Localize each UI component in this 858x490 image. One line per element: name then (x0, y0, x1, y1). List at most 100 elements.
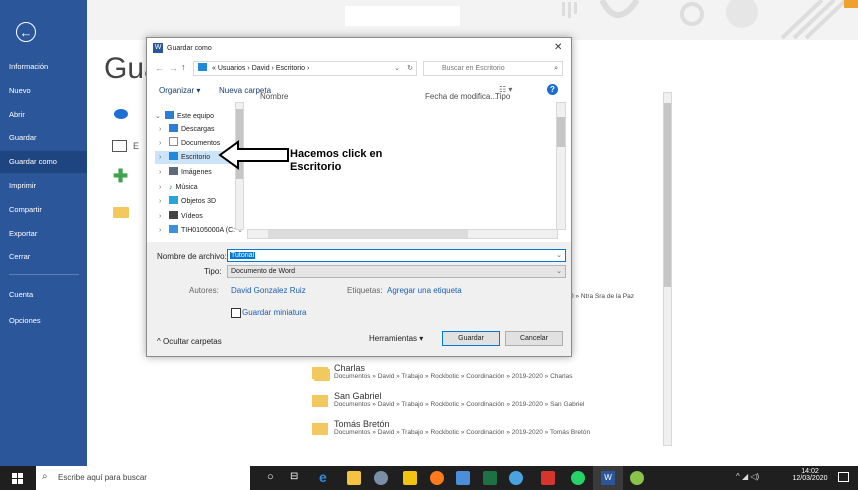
up-nav-icon[interactable]: ↑ (181, 62, 186, 72)
chrome-icon[interactable] (509, 471, 523, 485)
column-tipo[interactable]: Tipo (495, 92, 510, 101)
address-bar[interactable]: « Usuarios › David › Escritorio › ⌄ ↻ (193, 61, 417, 76)
close-icon[interactable]: ✕ (554, 42, 562, 53)
this-pc-icon[interactable] (112, 140, 127, 152)
nav-item-objetos-3d[interactable]: › Objetos 3D (159, 195, 216, 208)
document-icon (169, 137, 178, 146)
filename-input[interactable]: Tutorial ⌄ (227, 249, 566, 262)
back-arrow-icon[interactable]: ← (16, 22, 36, 42)
annotation-line-1: Hacemos click en (290, 148, 383, 160)
sidebar-item-guardar[interactable]: Guardar (0, 127, 87, 149)
firefox-icon[interactable] (430, 471, 444, 485)
type-select[interactable]: Documento de Word ⌄ (227, 265, 566, 278)
sidebar-item-opciones[interactable]: Opciones (0, 310, 87, 332)
sidebar-item-guardar-como[interactable]: Guardar como (0, 151, 87, 173)
sidebar-item-cuenta[interactable]: Cuenta (0, 284, 87, 306)
files-scrollbar[interactable] (556, 102, 566, 230)
search-input[interactable]: Buscar en Escritorio ⌕ (423, 61, 563, 76)
task-view-icon[interactable]: ⊟ (290, 471, 304, 485)
chevron-down-icon[interactable]: ⌄ (556, 250, 562, 261)
recent-folder-san-gabriel[interactable]: San Gabriel Documentos » David » Trabajo… (334, 391, 584, 408)
folder-name: Tomás Bretón (334, 419, 390, 429)
column-nombre[interactable]: Nombre (260, 92, 288, 101)
add-place-icon[interactable]: ✚ (113, 167, 128, 185)
breadcrumb-separator: › (306, 65, 310, 72)
chevron-down-icon[interactable]: ⌄ (394, 62, 400, 75)
cortana-icon[interactable]: ○ (267, 471, 281, 485)
help-icon[interactable]: ? (547, 84, 558, 95)
recent-partial-path: 0 » Ntra Sra de la Paz (570, 293, 634, 300)
type-label: Tipo: (204, 267, 222, 276)
clock[interactable]: 14:02 12/03/2020 (790, 468, 830, 482)
folder-path: Documentos » David » Trabajo » Rockbotic… (334, 373, 573, 380)
taskbar-search-input[interactable]: ⌕ Escribe aquí para buscar (36, 466, 250, 490)
nav-item-imagenes[interactable]: › Imágenes (159, 166, 212, 179)
store-icon[interactable] (347, 471, 361, 485)
search-icon: ⌕ (554, 65, 558, 72)
thumbnail-label: Guardar miniatura (242, 308, 307, 317)
file-explorer-icon[interactable] (456, 471, 470, 485)
scrollbar-thumb[interactable] (268, 230, 468, 238)
sidebar-item-abrir[interactable]: Abrir (0, 104, 87, 126)
banner-box (345, 6, 460, 26)
nav-item-musica[interactable]: › ♪ Música (159, 181, 198, 194)
sticky-notes-icon[interactable] (403, 471, 417, 485)
folder-icon (312, 395, 328, 407)
tools-button[interactable]: Herramientas ▾ (369, 334, 423, 343)
folder-path: Documentos » David » Trabajo » Rockbotic… (334, 401, 585, 408)
breadcrumb-overflow[interactable]: « (212, 65, 216, 72)
breadcrumb-david[interactable]: David (252, 65, 270, 72)
authors-value[interactable]: David Gonzalez Ruiz (231, 286, 306, 295)
app-icon[interactable] (374, 471, 388, 485)
sidebar-item-cerrar[interactable]: Cerrar (0, 246, 87, 268)
folder-icon (312, 423, 328, 435)
thumbnail-checkbox[interactable] (231, 308, 241, 318)
app-icon[interactable] (630, 471, 644, 485)
scrollbar-thumb[interactable] (557, 117, 565, 147)
word-icon: W (601, 471, 615, 485)
cancel-button[interactable]: Cancelar (505, 331, 563, 346)
sidebar-item-nuevo[interactable]: Nuevo (0, 80, 87, 102)
sidebar-item-compartir[interactable]: Compartir (0, 199, 87, 221)
recent-folder-charlas[interactable]: Charlas Documentos » David » Trabajo » R… (334, 363, 572, 380)
browse-folder-icon[interactable] (113, 207, 129, 218)
nav-item-videos[interactable]: › Vídeos (159, 210, 203, 223)
sidebar-item-informacion[interactable]: Información (0, 56, 87, 78)
breadcrumb-usuarios[interactable]: Usuarios (218, 65, 246, 72)
clock-time: 14:02 (801, 468, 819, 475)
filename-label: Nombre de archivo: (157, 252, 227, 261)
sidebar-item-exportar[interactable]: Exportar (0, 223, 87, 245)
whatsapp-icon[interactable] (571, 471, 585, 485)
save-button[interactable]: Guardar (442, 331, 500, 346)
organize-button[interactable]: Organizar ▾ (159, 86, 200, 95)
nav-item-documentos[interactable]: › Documentos (159, 137, 220, 150)
dialog-title: Guardar como (167, 45, 212, 52)
files-hscrollbar[interactable] (247, 229, 558, 239)
word-taskbar-button[interactable]: W (593, 466, 623, 490)
back-nav-icon[interactable]: ← (155, 63, 164, 73)
chevron-down-icon[interactable]: ⌄ (556, 266, 562, 277)
folder-name: San Gabriel (334, 391, 382, 401)
excel-icon[interactable] (483, 471, 497, 485)
acrobat-icon[interactable] (541, 471, 555, 485)
tags-input[interactable]: Agregar una etiqueta (387, 286, 462, 295)
forward-nav-icon[interactable]: → (169, 63, 178, 73)
nav-item-descargas[interactable]: › Descargas (159, 123, 214, 136)
image-icon (169, 167, 178, 175)
refresh-icon[interactable]: ↻ (407, 62, 413, 75)
recent-scrollbar[interactable] (663, 92, 672, 446)
video-icon (169, 211, 178, 219)
nav-item-drive-c[interactable]: › TIH0105000A (C: ⌄ (159, 224, 243, 237)
recent-folder-tomas-breton[interactable]: Tomás Bretón Documentos » David » Trabaj… (334, 419, 590, 436)
edge-icon[interactable]: e (319, 470, 333, 485)
hide-folders-button[interactable]: ^ Ocultar carpetas (157, 337, 222, 346)
notification-icon[interactable] (838, 472, 849, 482)
start-windows-icon[interactable] (12, 473, 23, 484)
column-fecha[interactable]: Fecha de modifica... (425, 92, 497, 101)
scrollbar-thumb[interactable] (664, 103, 671, 287)
sidebar-item-imprimir[interactable]: Imprimir (0, 175, 87, 197)
breadcrumb-escritorio[interactable]: Escritorio (276, 65, 305, 72)
system-tray-icons[interactable]: ^ ◢ ◁) (736, 472, 759, 481)
nav-item-este-equipo[interactable]: ⌄ Este equipo (155, 110, 214, 123)
onedrive-icon[interactable] (114, 109, 128, 119)
